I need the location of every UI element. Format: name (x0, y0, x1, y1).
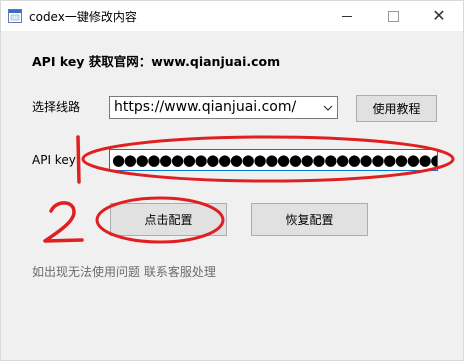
annotation-api-key-circle (81, 135, 455, 183)
annotation-apply-circle (95, 196, 225, 244)
annotation-step1-mark (76, 135, 81, 184)
red-annotations (43, 135, 455, 244)
annotation-step2-mark (43, 201, 84, 243)
